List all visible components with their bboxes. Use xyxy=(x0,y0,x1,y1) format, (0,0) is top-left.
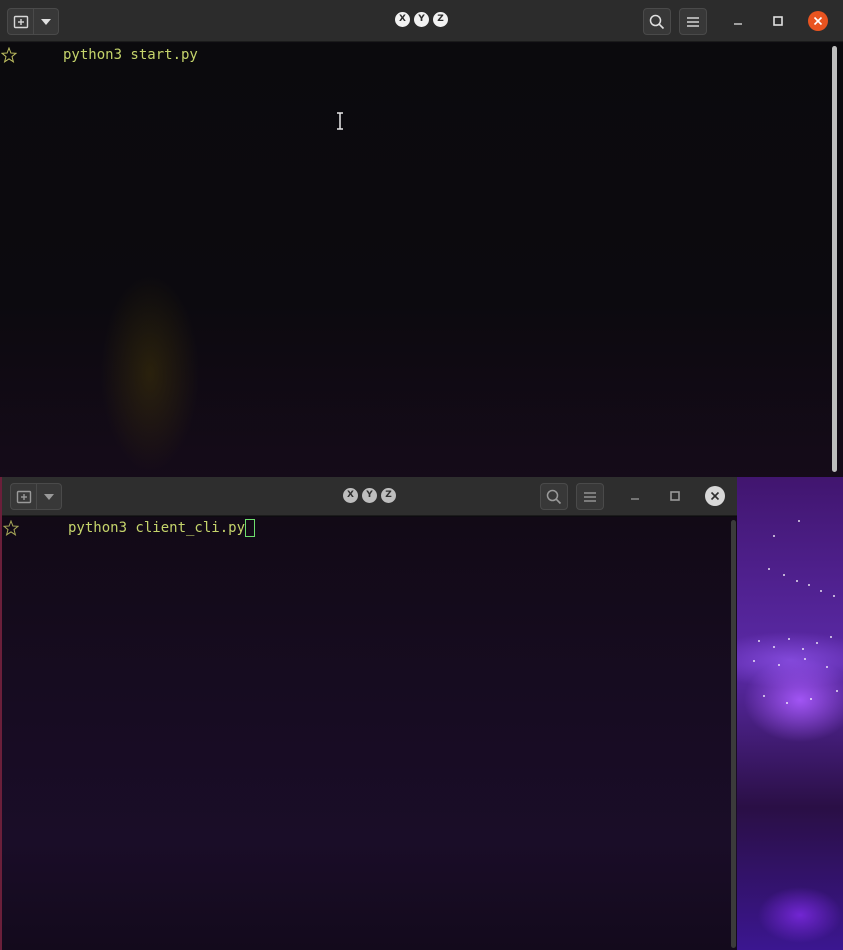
titlebar[interactable]: X Y Z xyxy=(2,477,737,516)
scrollbar[interactable] xyxy=(832,46,837,472)
command-text: python3 start.py xyxy=(63,47,198,63)
search-icon xyxy=(546,489,562,504)
command-text: python3 client_cli.py xyxy=(68,520,246,536)
terminal-window-top[interactable]: X Y Z python3 start.py xyxy=(0,0,843,477)
terminal-content[interactable] xyxy=(0,43,843,477)
maximize-icon xyxy=(773,16,783,26)
terminal-window-bottom[interactable]: X Y Z python3 client_cli.py xyxy=(0,477,737,950)
wallpaper-stars xyxy=(738,480,843,950)
maximize-icon xyxy=(670,491,680,501)
close-button[interactable] xyxy=(808,11,828,31)
minimize-icon xyxy=(734,23,742,25)
titlebar[interactable]: X Y Z xyxy=(0,0,843,42)
maximize-button[interactable] xyxy=(768,11,788,31)
search-button[interactable] xyxy=(540,483,568,510)
hamburger-icon xyxy=(584,491,596,502)
close-icon xyxy=(813,16,823,26)
minimize-icon xyxy=(631,498,639,500)
window-title: X Y Z xyxy=(0,12,843,27)
command-line: python3 start.py xyxy=(0,45,823,65)
terminal-content[interactable] xyxy=(2,517,737,950)
star-icon xyxy=(2,519,20,537)
close-icon xyxy=(710,491,720,501)
text-cursor xyxy=(245,519,256,537)
command-line[interactable]: python3 client_cli.py xyxy=(2,518,717,538)
ibeam-cursor-icon xyxy=(337,112,343,130)
hamburger-icon xyxy=(687,16,699,27)
menu-button[interactable] xyxy=(679,8,707,35)
minimize-button[interactable] xyxy=(625,486,645,506)
title-dot: X xyxy=(395,12,410,27)
search-icon xyxy=(649,14,665,29)
title-dot: Y xyxy=(414,12,429,27)
minimize-button[interactable] xyxy=(728,11,748,31)
title-dot: Z xyxy=(381,488,396,503)
scrollbar[interactable] xyxy=(731,520,736,948)
menu-button[interactable] xyxy=(576,483,604,510)
search-button[interactable] xyxy=(643,8,671,35)
star-icon xyxy=(0,46,18,64)
close-button[interactable] xyxy=(705,486,725,506)
maximize-button[interactable] xyxy=(665,486,685,506)
title-dot: Z xyxy=(433,12,448,27)
title-dot: Y xyxy=(362,488,377,503)
title-dot: X xyxy=(343,488,358,503)
